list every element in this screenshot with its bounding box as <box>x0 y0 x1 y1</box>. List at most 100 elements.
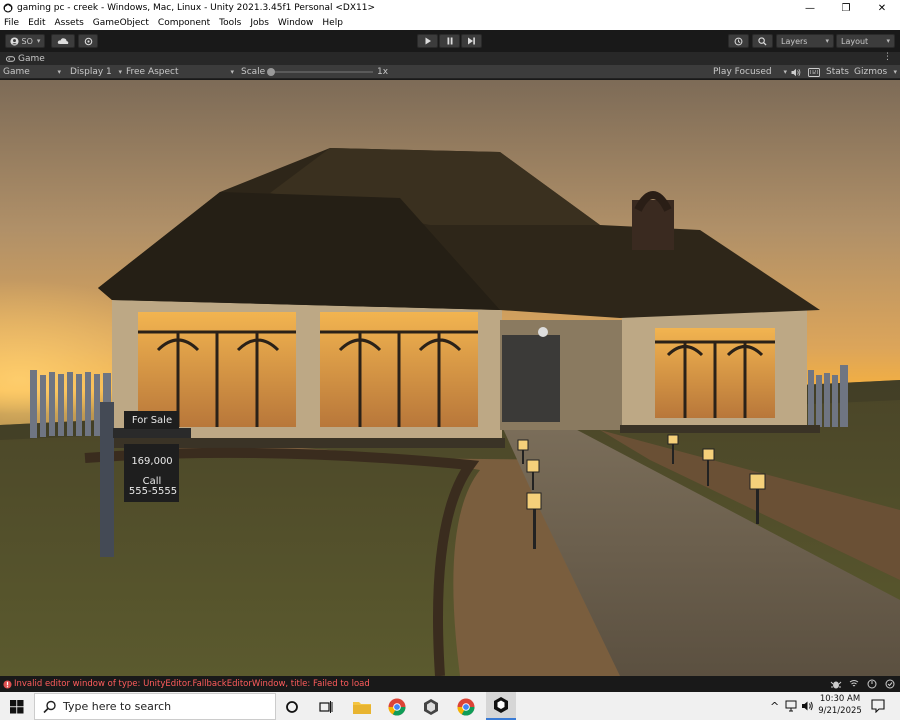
gamepad-icon <box>6 55 15 62</box>
menu-gameobject[interactable]: GameObject <box>93 18 149 28</box>
gizmos-label: Gizmos <box>854 67 888 77</box>
aspect-label: Free Aspect <box>126 67 179 77</box>
close-button[interactable]: ✕ <box>864 0 900 16</box>
start-button[interactable] <box>6 696 28 718</box>
menu-edit[interactable]: Edit <box>28 18 45 28</box>
sign-title: For Sale <box>132 415 172 426</box>
scale-slider[interactable] <box>267 65 373 79</box>
unity-hub-icon <box>424 699 438 715</box>
step-button[interactable] <box>461 34 482 48</box>
menu-jobs[interactable]: Jobs <box>250 18 269 28</box>
chevron-down-icon: ▾ <box>118 68 122 76</box>
tray-overflow-icon[interactable]: ^ <box>770 700 779 713</box>
pause-icon <box>447 37 452 45</box>
game-mode-dropdown[interactable]: Game ▾ <box>3 65 63 79</box>
menu-window[interactable]: Window <box>278 18 314 28</box>
play-focused-dropdown[interactable]: Play Focused ▾ <box>713 65 787 79</box>
cache-server-icon[interactable] <box>849 679 859 689</box>
shortcuts-button[interactable] <box>808 65 820 79</box>
error-message: Invalid editor window of type: UnityEdit… <box>14 679 370 689</box>
menu-assets[interactable]: Assets <box>55 18 84 28</box>
window-title: gaming pc - creek - Windows, Mac, Linux … <box>17 3 375 13</box>
collab-button[interactable] <box>78 34 98 48</box>
play-focused-label: Play Focused <box>713 67 772 77</box>
windows-taskbar: Type here to search ^ 10:30 AM 9/21/2025 <box>0 692 900 720</box>
sign-post <box>100 402 114 557</box>
chevron-down-icon: ▾ <box>893 68 897 76</box>
account-button[interactable]: SO ▾ <box>5 34 45 48</box>
tab-game-label: Game <box>18 53 45 64</box>
porch-light <box>538 327 548 337</box>
task-view-button[interactable] <box>315 696 337 718</box>
play-icon <box>425 37 431 45</box>
display-label: Display 1 <box>70 67 112 77</box>
check-icon[interactable] <box>885 679 895 689</box>
search-button[interactable] <box>752 34 773 48</box>
layout-label: Layout <box>841 36 869 46</box>
notifications-icon[interactable] <box>871 699 885 713</box>
progress-icon[interactable] <box>867 679 877 689</box>
task-view-icon <box>319 701 333 713</box>
mute-audio-button[interactable] <box>791 65 801 79</box>
history-icon <box>734 37 743 45</box>
chrome-icon <box>388 698 406 716</box>
layers-dropdown[interactable]: Layers ▾ <box>776 34 834 48</box>
scale-slider-thumb[interactable] <box>267 68 275 76</box>
sign-phone: 555-5555 <box>129 486 177 497</box>
chevron-down-icon: ▾ <box>886 37 890 45</box>
unity-hub-button[interactable] <box>420 696 442 718</box>
pause-button[interactable] <box>439 34 460 48</box>
search-icon <box>758 36 767 46</box>
cortana-button[interactable] <box>281 696 303 718</box>
layers-label: Layers <box>781 36 808 46</box>
menu-component[interactable]: Component <box>158 18 210 28</box>
cloud-button[interactable] <box>51 34 75 48</box>
menu-file[interactable]: File <box>4 18 19 28</box>
services-icon <box>84 37 92 45</box>
cortana-icon <box>286 701 298 713</box>
file-explorer-button[interactable] <box>351 696 373 718</box>
chevron-down-icon: ▾ <box>825 37 829 45</box>
keyboard-icon <box>808 67 820 77</box>
front-door <box>502 335 560 422</box>
tab-game[interactable]: Game <box>0 54 45 64</box>
main-toolbar: SO ▾ Layers ▾ Layout ▾ <box>0 30 900 52</box>
cloud-icon <box>57 38 69 44</box>
scale-label: Scale <box>241 67 266 77</box>
unity-editor-button[interactable] <box>486 692 516 720</box>
folder-icon <box>353 702 371 714</box>
aspect-dropdown[interactable]: Free Aspect ▾ <box>126 65 234 79</box>
play-button[interactable] <box>417 34 438 48</box>
debug-icon[interactable] <box>830 679 842 689</box>
network-icon[interactable] <box>785 700 799 712</box>
console-status-bar[interactable]: Invalid editor window of type: UnityEdit… <box>0 676 900 692</box>
volume-icon[interactable] <box>801 700 815 712</box>
windows-logo-icon <box>10 700 24 714</box>
minimize-button[interactable]: — <box>792 0 828 16</box>
chevron-down-icon: ▾ <box>230 68 234 76</box>
layout-dropdown[interactable]: Layout ▾ <box>836 34 895 48</box>
system-clock[interactable]: 10:30 AM 9/21/2025 <box>815 693 865 717</box>
menu-bar: File Edit Assets GameObject Component To… <box>0 16 900 30</box>
clock-time: 10:30 AM <box>819 694 861 704</box>
game-viewport[interactable]: For Sale 169,000 Call 555-5555 <box>0 80 900 676</box>
display-dropdown[interactable]: Display 1 ▾ <box>70 65 122 79</box>
clock-date: 9/21/2025 <box>818 706 862 716</box>
stats-button[interactable]: Stats <box>826 65 849 79</box>
taskbar-search-box[interactable]: Type here to search <box>34 693 276 720</box>
restore-button[interactable]: ❐ <box>828 0 864 16</box>
step-icon <box>468 37 475 45</box>
more-options-icon[interactable]: ⋮ <box>883 52 892 62</box>
window-title-bar: gaming pc - creek - Windows, Mac, Linux … <box>0 0 900 16</box>
gizmos-dropdown[interactable]: Gizmos ▾ <box>854 65 898 79</box>
menu-help[interactable]: Help <box>322 18 343 28</box>
speaker-icon <box>791 68 801 76</box>
chrome-button[interactable] <box>386 696 408 718</box>
chrome-profile-button[interactable] <box>455 696 477 718</box>
game-view-toolbar: Game ▾ Display 1 ▾ Free Aspect ▾ Scale 1… <box>0 65 900 79</box>
chevron-down-icon: ▾ <box>36 37 41 45</box>
sign-price: 169,000 <box>131 456 172 467</box>
history-button[interactable] <box>728 34 749 48</box>
scene-render: For Sale 169,000 Call 555-5555 <box>0 80 900 676</box>
menu-tools[interactable]: Tools <box>219 18 241 28</box>
